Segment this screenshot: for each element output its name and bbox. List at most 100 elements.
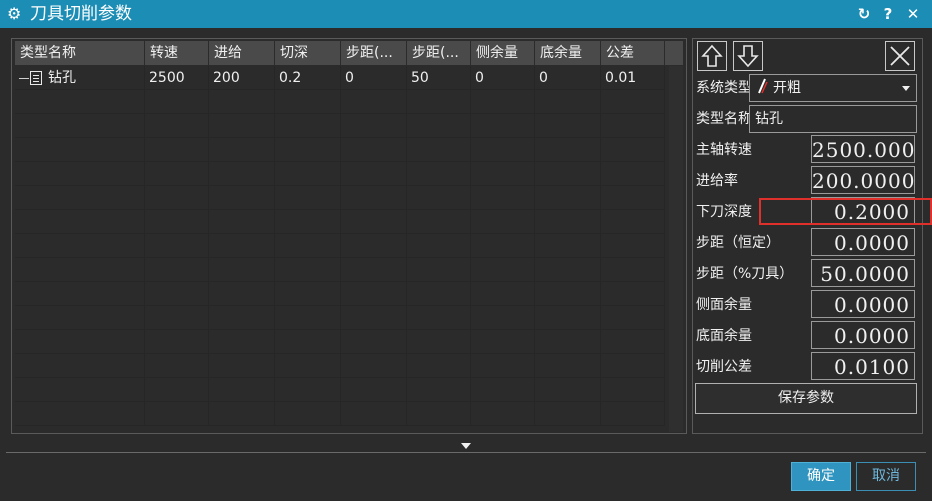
empty-cell <box>535 378 601 402</box>
empty-cell <box>341 90 407 114</box>
empty-cell <box>535 210 601 234</box>
empty-table-row <box>15 210 665 234</box>
empty-cell <box>145 282 209 306</box>
empty-cell <box>15 306 145 330</box>
empty-cell <box>145 402 209 426</box>
close-icon <box>890 46 910 66</box>
empty-cell <box>601 138 665 162</box>
step-constant-field[interactable]: 0.0000 <box>811 228 915 256</box>
empty-cell <box>535 306 601 330</box>
empty-table-row <box>15 354 665 378</box>
empty-cell <box>275 402 341 426</box>
feed-rate-field[interactable]: 200.0000 <box>811 166 915 194</box>
empty-table-row <box>15 138 665 162</box>
step-percent-label: 步距（%刀具） <box>696 266 794 282</box>
empty-cell <box>535 330 601 354</box>
vertical-scrollbar[interactable] <box>669 66 683 432</box>
empty-cell <box>535 258 601 282</box>
column-header-tolerance[interactable]: 公差 <box>601 41 665 65</box>
empty-cell <box>471 258 535 282</box>
close-button[interactable]: ✕ <box>902 3 924 25</box>
refresh-icon[interactable]: ↻ <box>853 3 875 25</box>
help-button[interactable]: ? <box>877 3 899 25</box>
spindle-speed-label: 主轴转速 <box>696 142 752 158</box>
empty-cell <box>15 330 145 354</box>
empty-cell <box>275 162 341 186</box>
title-bar: ⚙ 刀具切削参数 ↻ ? ✕ <box>0 0 932 28</box>
empty-cell <box>209 378 275 402</box>
empty-cell <box>209 330 275 354</box>
column-header-type-name[interactable]: 类型名称 <box>15 41 145 65</box>
empty-cell <box>601 378 665 402</box>
delete-button[interactable] <box>885 41 915 71</box>
system-type-select[interactable]: 开粗 <box>749 74 917 102</box>
bottom-stock-field[interactable]: 0.0000 <box>811 321 915 349</box>
cut-tolerance-field[interactable]: 0.0100 <box>811 352 915 380</box>
empty-cell <box>471 210 535 234</box>
empty-cell <box>15 282 145 306</box>
move-down-button[interactable] <box>733 41 763 71</box>
empty-table-row <box>15 378 665 402</box>
empty-cell <box>535 402 601 426</box>
column-header-speed[interactable]: 转速 <box>145 41 209 65</box>
empty-cell <box>145 114 209 138</box>
divider <box>6 452 926 453</box>
column-header-step-percent[interactable]: 步距(... <box>407 41 471 65</box>
empty-cell <box>471 162 535 186</box>
cell-speed: 2500 <box>145 66 209 90</box>
empty-cell <box>341 306 407 330</box>
column-header-bottom-stock[interactable]: 底余量 <box>535 41 601 65</box>
column-header-depth[interactable]: 切深 <box>275 41 341 65</box>
empty-cell <box>209 138 275 162</box>
empty-cell <box>601 162 665 186</box>
step-constant-label: 步距（恒定） <box>696 235 780 251</box>
empty-cell <box>341 258 407 282</box>
empty-table-row <box>15 402 665 426</box>
empty-cell <box>471 306 535 330</box>
save-parameters-button[interactable]: 保存参数 <box>695 383 917 414</box>
empty-cell <box>535 162 601 186</box>
empty-cell <box>341 378 407 402</box>
empty-cell <box>15 402 145 426</box>
cancel-button[interactable]: 取消 <box>856 462 916 491</box>
gear-icon: ⚙ <box>7 4 22 23</box>
column-header-step-constant[interactable]: 步距(... <box>341 41 407 65</box>
empty-cell <box>15 114 145 138</box>
empty-cell <box>341 282 407 306</box>
type-name-field[interactable]: 钻孔 <box>749 105 917 133</box>
empty-cell <box>471 138 535 162</box>
empty-cell <box>275 330 341 354</box>
move-up-button[interactable] <box>697 41 727 71</box>
cell-type-name: 钻孔 <box>15 66 145 90</box>
tool-icon <box>756 77 770 94</box>
empty-cell <box>407 114 471 138</box>
cell-step-constant: 0 <box>341 66 407 90</box>
step-percent-field[interactable]: 50.0000 <box>811 259 915 287</box>
spindle-speed-field[interactable]: 2500.000 <box>811 135 915 163</box>
empty-cell <box>145 378 209 402</box>
table-row[interactable]: 钻孔 2500 200 0.2 0 50 0 0 0.01 <box>15 66 665 90</box>
column-header-feed[interactable]: 进给 <box>209 41 275 65</box>
empty-cell <box>407 210 471 234</box>
empty-cell <box>341 114 407 138</box>
empty-cell <box>341 186 407 210</box>
side-stock-label: 侧面余量 <box>696 297 752 313</box>
ok-button[interactable]: 确定 <box>791 462 851 491</box>
empty-table-row <box>15 162 665 186</box>
empty-cell <box>471 90 535 114</box>
empty-cell <box>601 282 665 306</box>
expand-arrow-icon[interactable] <box>461 443 471 449</box>
empty-cell <box>15 354 145 378</box>
empty-cell <box>209 114 275 138</box>
empty-table-row <box>15 114 665 138</box>
empty-table-row <box>15 90 665 114</box>
arrow-up-icon <box>701 44 723 67</box>
empty-cell <box>145 330 209 354</box>
side-stock-field[interactable]: 0.0000 <box>811 290 915 318</box>
empty-cell <box>275 378 341 402</box>
arrow-down-icon <box>737 45 759 68</box>
column-header-side-stock[interactable]: 侧余量 <box>471 41 535 65</box>
empty-cell <box>471 114 535 138</box>
empty-cell <box>15 162 145 186</box>
cell-side-stock: 0 <box>471 66 535 90</box>
